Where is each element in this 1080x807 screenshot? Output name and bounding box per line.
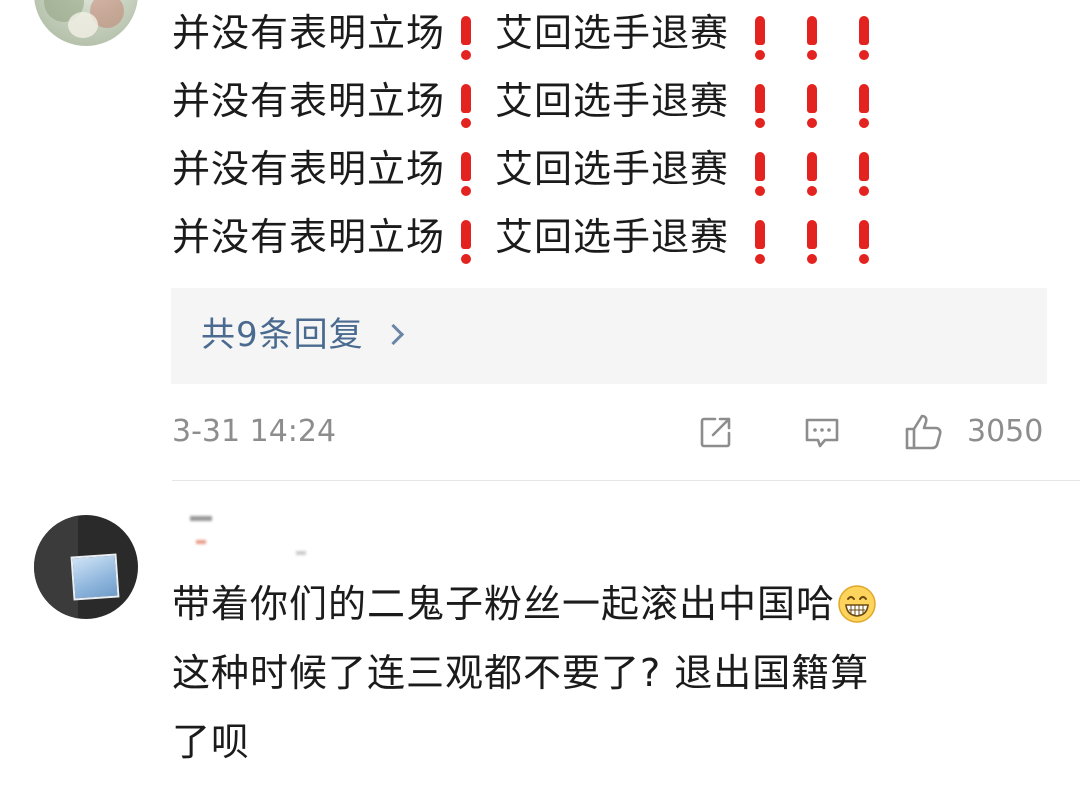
- exclamation-icon: [459, 218, 473, 264]
- comment-text-line: 并没有表明立场 艾回选手退赛: [172, 146, 871, 196]
- username-redacted: [190, 516, 212, 521]
- comment-text-left: 并没有表明立场: [172, 79, 446, 123]
- exclamation-icon: [805, 218, 819, 264]
- comment-text: 带着你们的二鬼子粉丝一起滚出中国哈: [172, 582, 836, 626]
- grinning-face-icon: [838, 584, 876, 623]
- exclamation-icon: [857, 14, 871, 60]
- comment-text-left: 并没有表明立场: [172, 11, 446, 55]
- comment-text-line: 并没有表明立场 艾回选手退赛: [172, 78, 871, 128]
- replies-panel[interactable]: 共9条回复: [171, 288, 1047, 384]
- comment-text-line: 并没有表明立场 艾回选手退赛: [172, 10, 871, 60]
- exclamation-icon: [753, 218, 767, 264]
- exclamation-icon: [805, 82, 819, 128]
- comment-text-right: 艾回选手退赛: [495, 215, 730, 259]
- comment-text-right: 艾回选手退赛: [495, 79, 730, 123]
- comment-icon[interactable]: [802, 412, 842, 452]
- exclamation-icon: [753, 14, 767, 60]
- exclamation-icon: [805, 14, 819, 60]
- thumbs-up-icon[interactable]: [903, 412, 943, 452]
- view-replies-link[interactable]: 共9条回复: [201, 315, 404, 355]
- divider: [172, 480, 1080, 481]
- exclamation-icon: [459, 150, 473, 196]
- exclamation-icon: [857, 218, 871, 264]
- exclamation-icon: [857, 82, 871, 128]
- comment-text-line: 带着你们的二鬼子粉丝一起滚出中国哈: [172, 580, 877, 628]
- comment-text-line: 并没有表明立场 艾回选手退赛: [172, 214, 871, 264]
- username-redacted: [196, 540, 206, 544]
- replies-count-label: 共9条回复: [201, 315, 364, 355]
- exclamation-icon: [857, 150, 871, 196]
- exclamation-icon: [459, 82, 473, 128]
- exclamation-icon: [459, 14, 473, 60]
- avatar[interactable]: [34, 0, 138, 46]
- chevron-right-icon: [382, 323, 404, 346]
- comment-timestamp: 3-31 14:24: [172, 414, 337, 449]
- avatar[interactable]: [34, 515, 138, 619]
- exclamation-icon: [805, 150, 819, 196]
- exclamation-icon: [753, 150, 767, 196]
- comment-feed: 并没有表明立场 艾回选手退赛 并没有表明立场 艾回选手退赛 并没有表明立场 艾回选手退…: [0, 0, 1080, 807]
- comment-text-right: 艾回选手退赛: [495, 147, 730, 191]
- comment-text-line: 这种时候了连三观都不要了? 退出国籍算: [172, 651, 870, 695]
- comment-text-right: 艾回选手退赛: [495, 11, 730, 55]
- like-count: 3050: [967, 414, 1044, 449]
- exclamation-icon: [753, 82, 767, 128]
- comment-text-left: 并没有表明立场: [172, 147, 446, 191]
- comment-text-left: 并没有表明立场: [172, 215, 446, 259]
- share-icon[interactable]: [696, 412, 736, 452]
- username-redacted: [296, 551, 306, 555]
- comment-text-line: 了呗: [172, 720, 251, 764]
